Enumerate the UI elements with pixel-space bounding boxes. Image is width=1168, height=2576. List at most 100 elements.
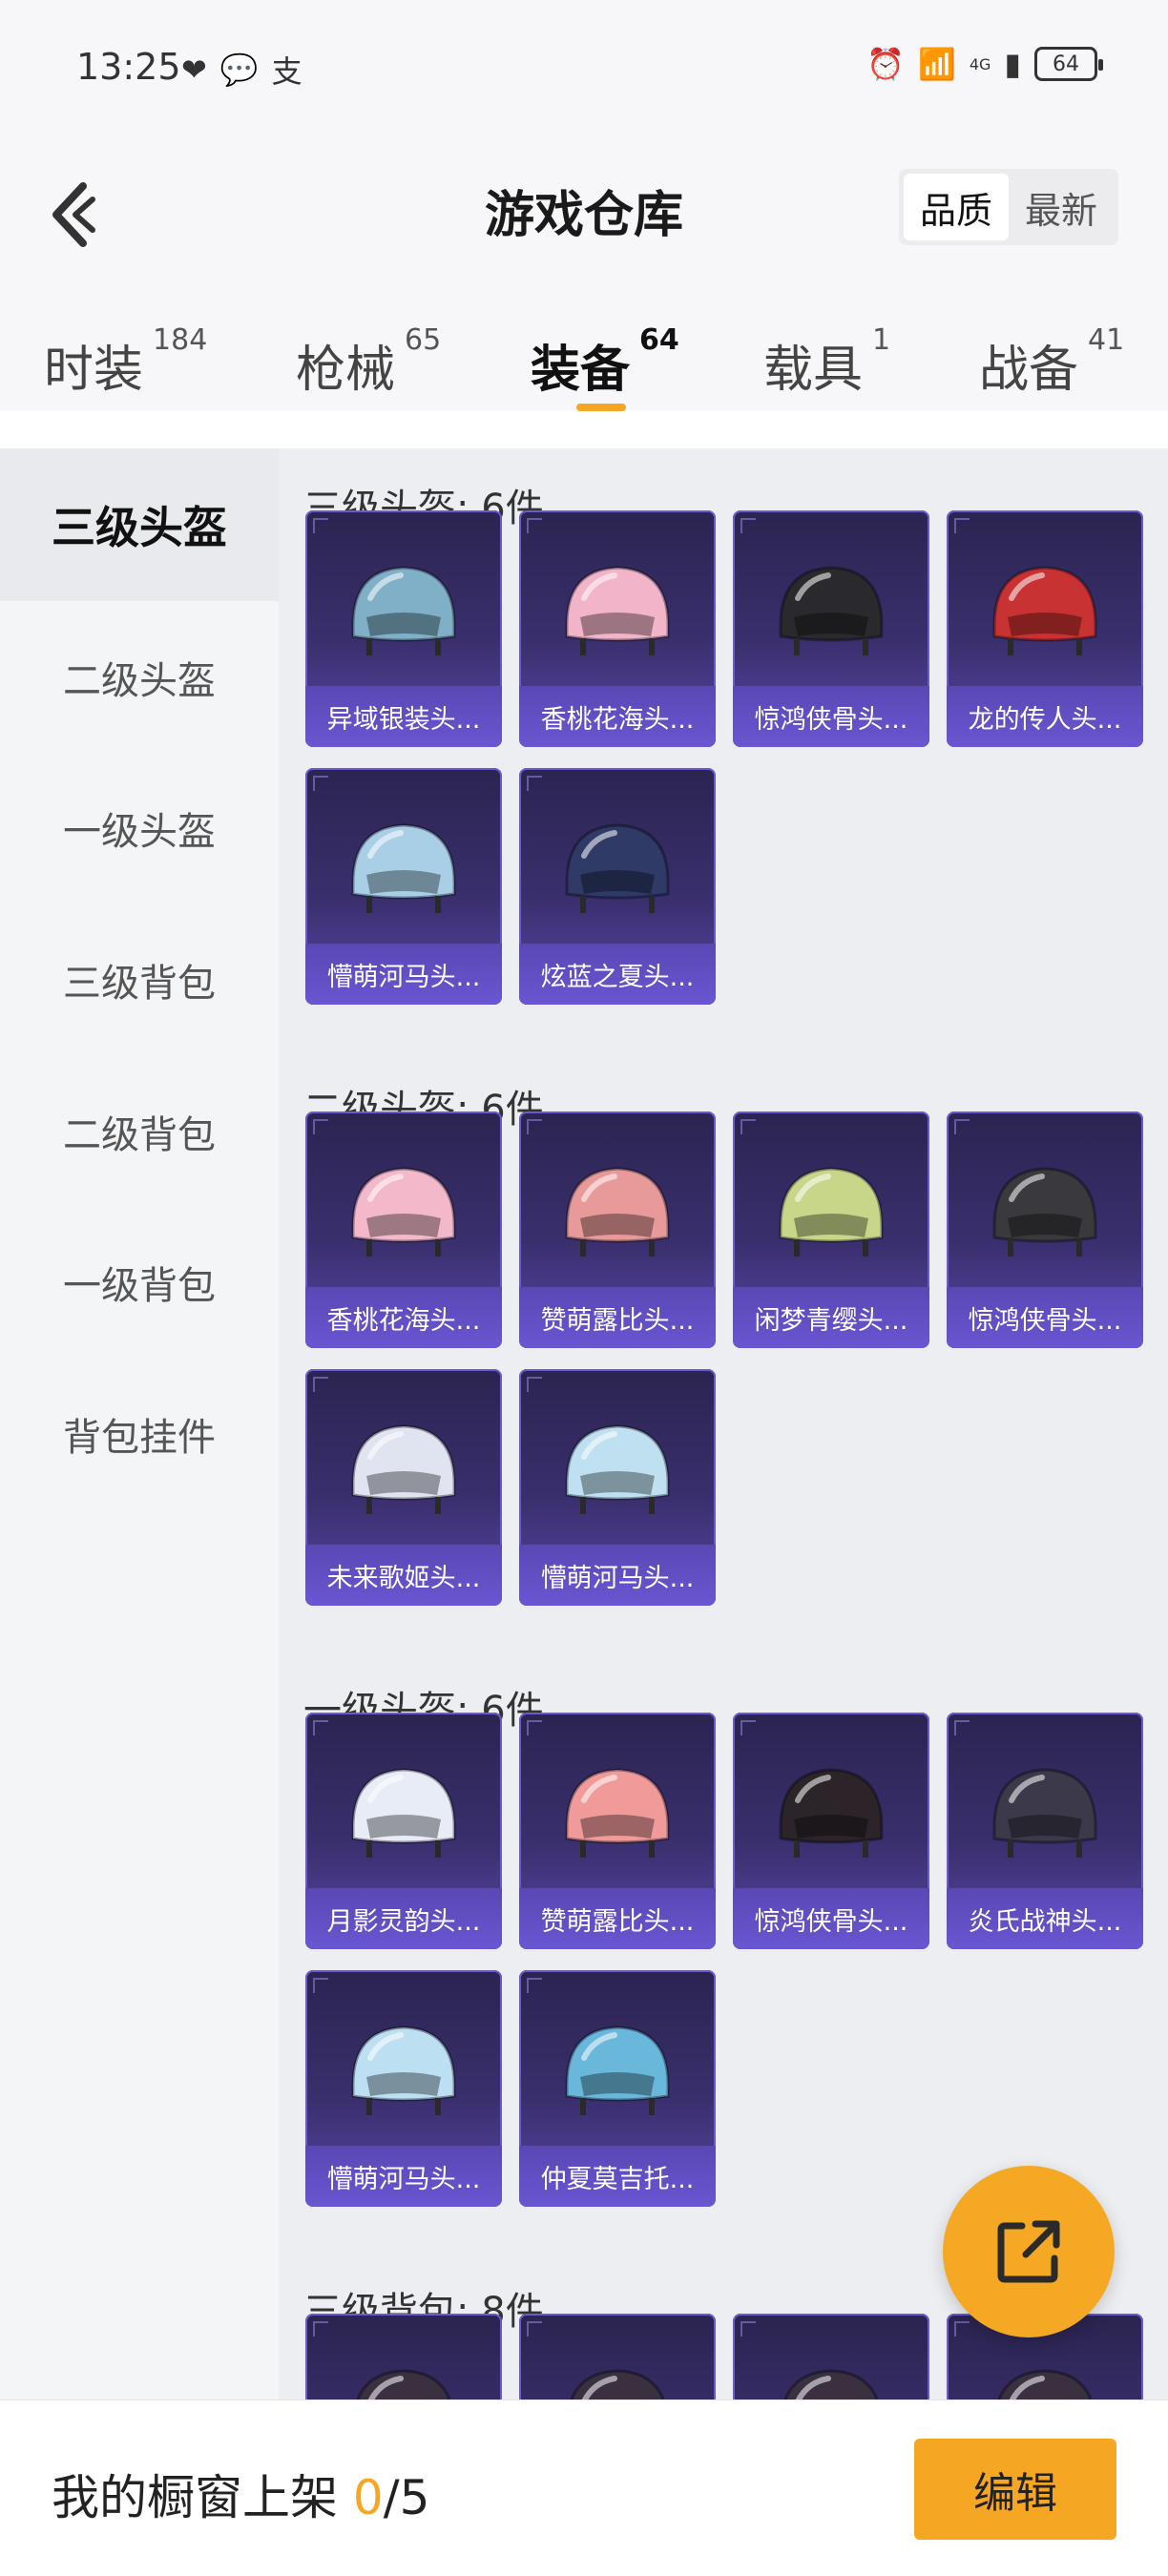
item-name: 惊鸿侠骨头... bbox=[968, 1305, 1122, 1336]
item-card[interactable]: 懵萌河马头... bbox=[305, 768, 502, 1005]
item-label-bar: 懵萌河马头... bbox=[305, 944, 502, 1005]
item-label-bar: 闲梦青缨头... bbox=[733, 1287, 929, 1348]
tab-label: 装备 bbox=[531, 342, 631, 399]
item-label-bar: 龙的传人头... bbox=[947, 686, 1143, 747]
tab-label: 时装 bbox=[44, 342, 144, 399]
item-label-bar: 炫蓝之夏头... bbox=[519, 944, 716, 1005]
shelf-total: /5 bbox=[383, 2470, 430, 2525]
item-name: 惊鸿侠骨头... bbox=[754, 1906, 908, 1937]
item-name: 炫蓝之夏头... bbox=[540, 962, 695, 992]
item-label-bar: 香桃花海头... bbox=[305, 1287, 502, 1348]
helmet-icon bbox=[565, 1768, 670, 1858]
item-card[interactable]: 懵萌河马头... bbox=[519, 1369, 716, 1606]
item-card[interactable]: 香桃花海头... bbox=[519, 510, 716, 747]
item-card[interactable]: 炎氏战神头... bbox=[947, 1713, 1143, 1949]
item-card[interactable]: 赞萌露比头... bbox=[519, 1713, 716, 1949]
tab-count: 65 bbox=[405, 323, 442, 357]
heart-icon: ❤ bbox=[181, 52, 207, 88]
helmet-icon bbox=[992, 566, 1097, 655]
item-name: 香桃花海头... bbox=[326, 1305, 481, 1336]
bottom-bar: 我的橱窗上架 0/5 编辑 bbox=[0, 2399, 1168, 2576]
item-card[interactable] bbox=[733, 2314, 929, 2399]
tab-firearms[interactable]: 枪械 65 bbox=[296, 323, 441, 410]
status-left-icons: ❤ 💬 支 bbox=[181, 48, 302, 92]
shelf-count: 0 bbox=[352, 2470, 384, 2525]
item-name: 异域银装头... bbox=[326, 704, 481, 735]
item-card[interactable] bbox=[519, 2314, 716, 2399]
item-name: 龙的传人头... bbox=[968, 704, 1122, 735]
item-label-bar: 异域银装头... bbox=[305, 686, 502, 747]
item-label-bar: 赞萌露比头... bbox=[519, 1287, 716, 1348]
sidebar-item-backpack-charm[interactable]: 背包挂件 bbox=[0, 1358, 279, 1510]
item-card[interactable]: 惊鸿侠骨头... bbox=[733, 510, 929, 747]
helmet-icon bbox=[356, 2369, 451, 2399]
edit-button[interactable]: 编辑 bbox=[914, 2439, 1116, 2540]
sidebar-item-level3-backpack[interactable]: 三级背包 bbox=[0, 904, 279, 1056]
wifi-icon: 📶 bbox=[917, 46, 956, 82]
helmet-icon bbox=[779, 1768, 884, 1858]
sidebar-item-level1-backpack[interactable]: 一级背包 bbox=[0, 1206, 279, 1359]
helmet-icon bbox=[779, 1167, 884, 1257]
helmet-icon bbox=[565, 2025, 670, 2115]
tab-equipment[interactable]: 装备64 bbox=[531, 323, 679, 411]
item-label-bar: 炎氏战神头... bbox=[947, 1888, 1143, 1949]
shelf-label: 我的橱窗上架 bbox=[52, 2470, 338, 2525]
header: 游戏仓库 品质 最新 时装184 枪械65 装备64 载具1 战备41 bbox=[0, 119, 1168, 411]
item-label-bar: 赞萌露比头... bbox=[519, 1888, 716, 1949]
item-card[interactable]: 月影灵韵头... bbox=[305, 1713, 502, 1949]
tab-count: 41 bbox=[1088, 323, 1125, 357]
helmet-icon bbox=[351, 1424, 456, 1514]
sort-option-newest[interactable]: 最新 bbox=[1009, 174, 1114, 240]
item-name: 香桃花海头... bbox=[540, 704, 695, 735]
item-name: 赞萌露比头... bbox=[540, 1906, 695, 1937]
item-card[interactable]: 炫蓝之夏头... bbox=[519, 768, 716, 1005]
alarm-icon: ⏰ bbox=[866, 46, 905, 82]
helmet-icon bbox=[351, 566, 456, 655]
tab-combat-gear[interactable]: 战备 41 bbox=[979, 323, 1124, 410]
tab-fashion[interactable]: 时装 184 bbox=[44, 323, 207, 410]
helmet-icon bbox=[351, 2025, 456, 2115]
battery-icon: 64 bbox=[1034, 47, 1103, 81]
item-label-bar: 懵萌河马头... bbox=[519, 1545, 716, 1606]
item-label-bar: 惊鸿侠骨头... bbox=[947, 1287, 1143, 1348]
helmet-icon bbox=[997, 2369, 1093, 2399]
status-bar: 13:25 ❤ 💬 支 ⏰ 📶 4G ▮ 64 bbox=[0, 0, 1168, 119]
item-card[interactable]: 惊鸿侠骨头... bbox=[733, 1713, 929, 1949]
item-card[interactable]: 仲夏莫吉托... bbox=[519, 1970, 716, 2207]
share-button[interactable] bbox=[943, 2166, 1115, 2337]
sidebar-item-level3-helmet[interactable]: 三级头盔 bbox=[0, 448, 279, 601]
alipay-icon: 支 bbox=[271, 53, 302, 90]
item-card[interactable]: 赞萌露比头... bbox=[519, 1111, 716, 1348]
category-tabs: 时装 184 枪械 65 装备64 载具1 战备 41 bbox=[0, 323, 1168, 411]
tab-count: 64 bbox=[639, 323, 679, 357]
back-button[interactable] bbox=[29, 167, 115, 262]
tab-vehicles[interactable]: 载具1 bbox=[763, 323, 890, 410]
item-label-bar: 香桃花海头... bbox=[519, 686, 716, 747]
item-name: 闲梦青缨头... bbox=[754, 1305, 908, 1336]
helmet-icon bbox=[565, 823, 670, 913]
sidebar-item-level2-backpack[interactable]: 二级背包 bbox=[0, 1055, 279, 1208]
sidebar-item-level1-helmet[interactable]: 一级头盔 bbox=[0, 752, 279, 904]
sidebar-item-level2-helmet[interactable]: 二级头盔 bbox=[0, 601, 279, 754]
helmet-icon bbox=[565, 566, 670, 655]
item-card[interactable]: 龙的传人头... bbox=[947, 510, 1143, 747]
sidebar: 三级头盔 二级头盔 一级头盔 三级背包 二级背包 一级背包 背包挂件 bbox=[0, 448, 279, 2399]
item-card[interactable]: 惊鸿侠骨头... bbox=[947, 1111, 1143, 1348]
item-card[interactable]: 闲梦青缨头... bbox=[733, 1111, 929, 1348]
item-name: 月影灵韵头... bbox=[326, 1906, 481, 1937]
item-card[interactable]: 未来歌姬头... bbox=[305, 1369, 502, 1606]
battery-level: 64 bbox=[1053, 52, 1079, 76]
item-grid-area[interactable]: 三级头盔: 6件 二级头盔: 6件 一级头盔: 6件 三级背包: 8件 异域银装… bbox=[279, 448, 1168, 2399]
item-name: 惊鸿侠骨头... bbox=[754, 704, 908, 735]
item-card[interactable] bbox=[305, 2314, 502, 2399]
helmet-icon bbox=[570, 2369, 665, 2399]
item-card[interactable]: 香桃花海头... bbox=[305, 1111, 502, 1348]
helmet-icon bbox=[992, 1768, 1097, 1858]
item-label-bar: 仲夏莫吉托... bbox=[519, 2146, 716, 2207]
item-name: 懵萌河马头... bbox=[326, 962, 481, 992]
item-card[interactable]: 异域银装头... bbox=[305, 510, 502, 747]
item-card[interactable]: 懵萌河马头... bbox=[305, 1970, 502, 2207]
sort-option-quality[interactable]: 品质 bbox=[904, 174, 1009, 240]
tab-label: 枪械 bbox=[296, 342, 396, 399]
tab-count: 184 bbox=[153, 323, 208, 357]
